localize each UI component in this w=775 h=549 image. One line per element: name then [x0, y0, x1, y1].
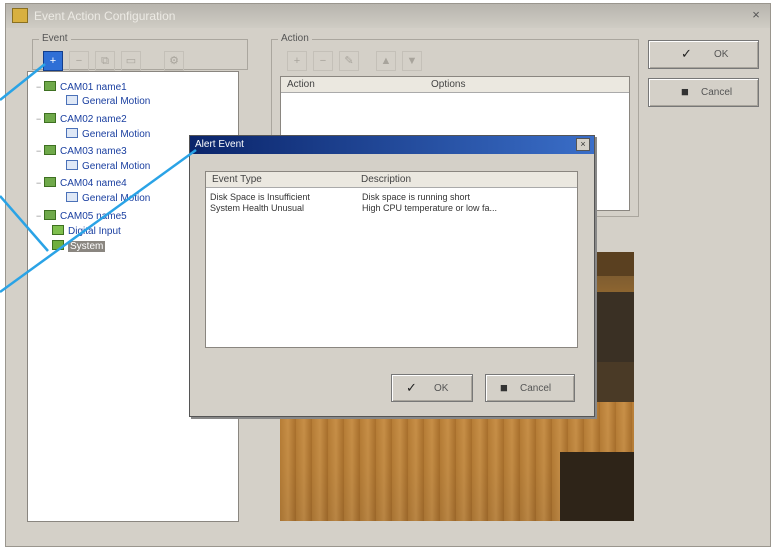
tree-node-label: General Motion	[82, 161, 151, 172]
camera-icon	[44, 145, 56, 155]
tree-node-motion-1[interactable]: General Motion	[66, 95, 150, 109]
cancel-button-label: Cancel	[701, 87, 733, 98]
copy-icon: ⧉	[101, 55, 109, 67]
alert-event-dialog: Alert Event × Event Type Description Dis…	[189, 135, 595, 417]
title-bar: Event Action Configuration ×	[6, 4, 770, 28]
event-type-cell: Disk Space is Insufficient	[210, 192, 310, 202]
tree-node-label: General Motion	[82, 129, 151, 140]
ok-button[interactable]: ✓ OK	[648, 40, 759, 69]
list-item[interactable]: System Health Unusual High CPU temperatu…	[210, 203, 575, 214]
action-list-header: Action Options	[281, 77, 629, 93]
dialog-cancel-label: Cancel	[520, 383, 552, 394]
action-group-label: Action	[278, 33, 312, 44]
new-action-button[interactable]: +	[287, 51, 307, 71]
expand-icon[interactable]: −	[36, 80, 44, 94]
dialog-title-bar: Alert Event ×	[190, 136, 594, 154]
tree-node-motion-4[interactable]: General Motion	[66, 192, 150, 206]
tree-node-system[interactable]: System	[52, 240, 106, 254]
copy-event-button[interactable]: ⧉	[95, 51, 115, 71]
new-action-icon: +	[293, 55, 301, 67]
column-action[interactable]: Action	[287, 79, 315, 90]
camera-icon	[44, 210, 56, 220]
alert-event-list[interactable]: Event Type Description Disk Space is Ins…	[205, 171, 578, 348]
description-cell: Disk space is running short	[362, 192, 471, 202]
move-up-icon: ▲	[380, 55, 392, 67]
tree-node-label: General Motion	[82, 193, 151, 204]
dialog-ok-label: OK	[434, 383, 449, 394]
tree-node-motion-2[interactable]: General Motion	[66, 128, 150, 142]
edit-action-button[interactable]: ✎	[339, 51, 359, 71]
tree-node-label: General Motion	[82, 96, 151, 107]
alert-list-header: Event Type Description	[206, 172, 577, 188]
tree-node-label: Digital Input	[68, 226, 121, 237]
delete-action-button[interactable]: −	[313, 51, 333, 71]
camera-icon	[44, 113, 56, 123]
tree-node-label: CAM03 name3	[60, 146, 127, 157]
event-group-label: Event	[39, 33, 71, 44]
tree-node-cam05[interactable]: − CAM05 name5	[36, 209, 127, 223]
tree-node-motion-3[interactable]: General Motion	[66, 160, 150, 174]
dialog-title: Alert Event	[195, 139, 244, 150]
description-cell: High CPU temperature or low fa...	[362, 203, 498, 213]
tree-node-label: System	[68, 241, 106, 252]
tree-node-digital-input[interactable]: Digital Input	[52, 225, 121, 239]
edit-action-icon: ✎	[344, 55, 354, 67]
system-icon	[52, 240, 64, 250]
dialog-close-icon[interactable]: ×	[576, 138, 590, 151]
preview-shelf	[560, 452, 634, 521]
column-description[interactable]: Description	[361, 174, 411, 185]
motion-icon	[66, 160, 78, 170]
motion-icon	[66, 192, 78, 202]
event-settings-button[interactable]: ⚙	[164, 51, 184, 71]
motion-icon	[66, 95, 78, 105]
remove-icon: −	[75, 55, 83, 67]
check-icon: ✓	[406, 380, 417, 395]
camera-icon	[44, 81, 56, 91]
move-up-button[interactable]: ▲	[376, 51, 396, 71]
tree-node-label: CAM05 name5	[60, 211, 127, 222]
add-event-button[interactable]: +	[43, 51, 63, 71]
expand-icon[interactable]: −	[36, 144, 44, 158]
window-title: Event Action Configuration	[34, 9, 176, 23]
list-item[interactable]: Disk Space is Insufficient Disk space is…	[210, 192, 575, 203]
column-event-type[interactable]: Event Type	[212, 174, 262, 185]
expand-icon[interactable]: −	[36, 112, 44, 126]
digital-input-icon	[52, 225, 64, 235]
expand-icon[interactable]: −	[36, 176, 44, 190]
tree-node-cam03[interactable]: − CAM03 name3	[36, 144, 127, 158]
paste-event-button[interactable]: ▭	[121, 51, 141, 71]
cancel-button[interactable]: ■ Cancel	[648, 78, 759, 107]
stop-icon: ■	[681, 84, 689, 99]
motion-icon	[66, 128, 78, 138]
tree-node-label: CAM01 name1	[60, 82, 127, 93]
tree-node-cam01[interactable]: − CAM01 name1	[36, 80, 127, 94]
camera-icon	[44, 177, 56, 187]
stop-icon: ■	[500, 380, 508, 395]
move-down-icon: ▼	[406, 55, 418, 67]
check-icon: ✓	[681, 46, 692, 61]
tree-node-label: CAM04 name4	[60, 178, 127, 189]
expand-icon[interactable]: −	[36, 209, 44, 223]
tree-node-cam02[interactable]: − CAM02 name2	[36, 112, 127, 126]
ok-button-label: OK	[714, 49, 729, 60]
add-event-icon: +	[49, 55, 57, 67]
event-type-cell: System Health Unusual	[210, 203, 305, 213]
remove-event-button[interactable]: −	[69, 51, 89, 71]
close-icon[interactable]: ×	[748, 7, 764, 23]
app-icon	[12, 8, 28, 23]
move-down-button[interactable]: ▼	[402, 51, 422, 71]
delete-action-icon: −	[319, 55, 327, 67]
dialog-ok-button[interactable]: ✓ OK	[391, 374, 473, 402]
tree-node-cam04[interactable]: − CAM04 name4	[36, 176, 127, 190]
tree-node-label: CAM02 name2	[60, 114, 127, 125]
column-options[interactable]: Options	[431, 79, 465, 90]
settings-icon: ⚙	[169, 55, 179, 67]
paste-icon: ▭	[125, 55, 137, 67]
dialog-cancel-button[interactable]: ■ Cancel	[485, 374, 575, 402]
